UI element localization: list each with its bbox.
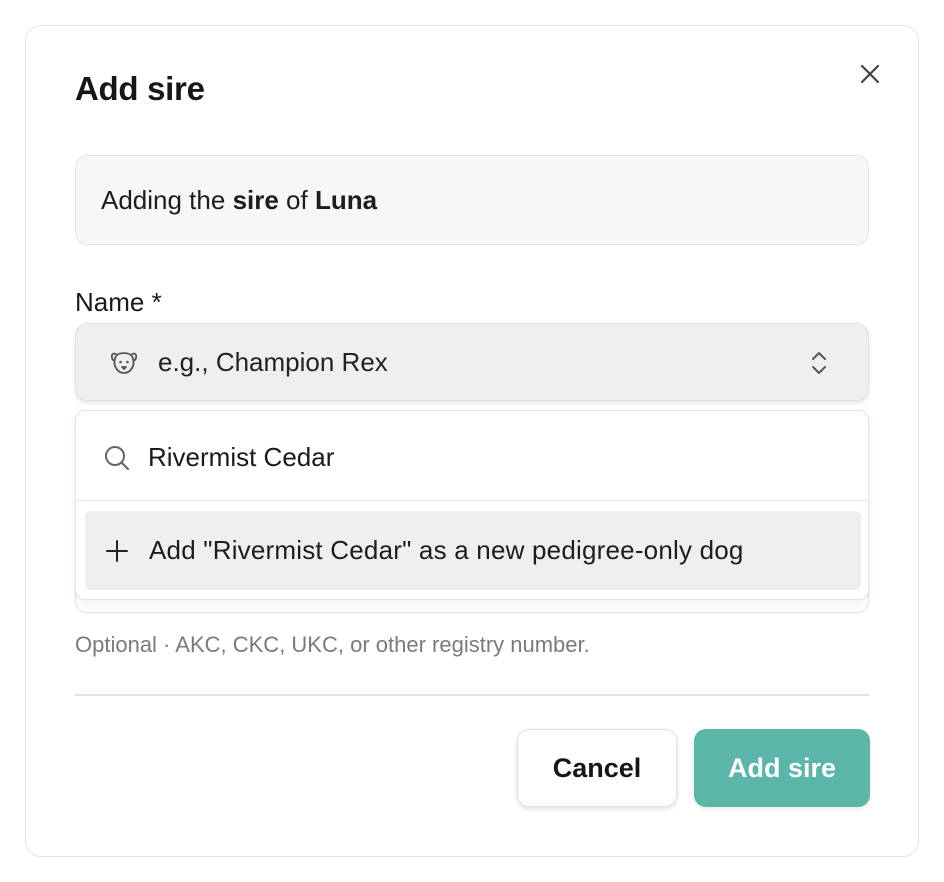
context-subject: Luna: [314, 184, 378, 215]
context-role: sire: [232, 184, 279, 215]
add-sire-button[interactable]: Add sire: [694, 729, 870, 807]
name-combobox-popover: Add "Rivermist Cedar" as a new pedigree-…: [75, 410, 869, 600]
context-prefix: Adding the: [101, 184, 233, 215]
chevron-up-down-icon: [812, 352, 826, 374]
name-field-label: Name *: [75, 287, 162, 317]
context-middle: of: [278, 184, 315, 215]
combobox-search-input[interactable]: [148, 435, 838, 479]
add-new-dog-label: Add "Rivermist Cedar" as a new pedigree-…: [149, 535, 744, 565]
dialog-title: Add sire: [75, 70, 205, 107]
context-banner: Adding the sire of Luna: [75, 155, 869, 245]
name-placeholder: e.g., Champion Rex: [158, 346, 388, 377]
combobox-search-row: [76, 411, 868, 501]
dog-face-icon: [110, 352, 138, 374]
cancel-button[interactable]: Cancel: [517, 729, 677, 807]
name-combobox-trigger[interactable]: e.g., Champion Rex: [75, 323, 869, 401]
footer-divider: [75, 694, 869, 696]
search-icon: [105, 446, 130, 471]
add-new-dog-option[interactable]: Add "Rivermist Cedar" as a new pedigree-…: [85, 511, 861, 590]
close-button[interactable]: [852, 56, 888, 92]
close-icon: [860, 64, 880, 84]
plus-icon: [106, 540, 128, 562]
registration-helper-text: Optional · AKC, CKC, UKC, or other regis…: [75, 632, 590, 657]
